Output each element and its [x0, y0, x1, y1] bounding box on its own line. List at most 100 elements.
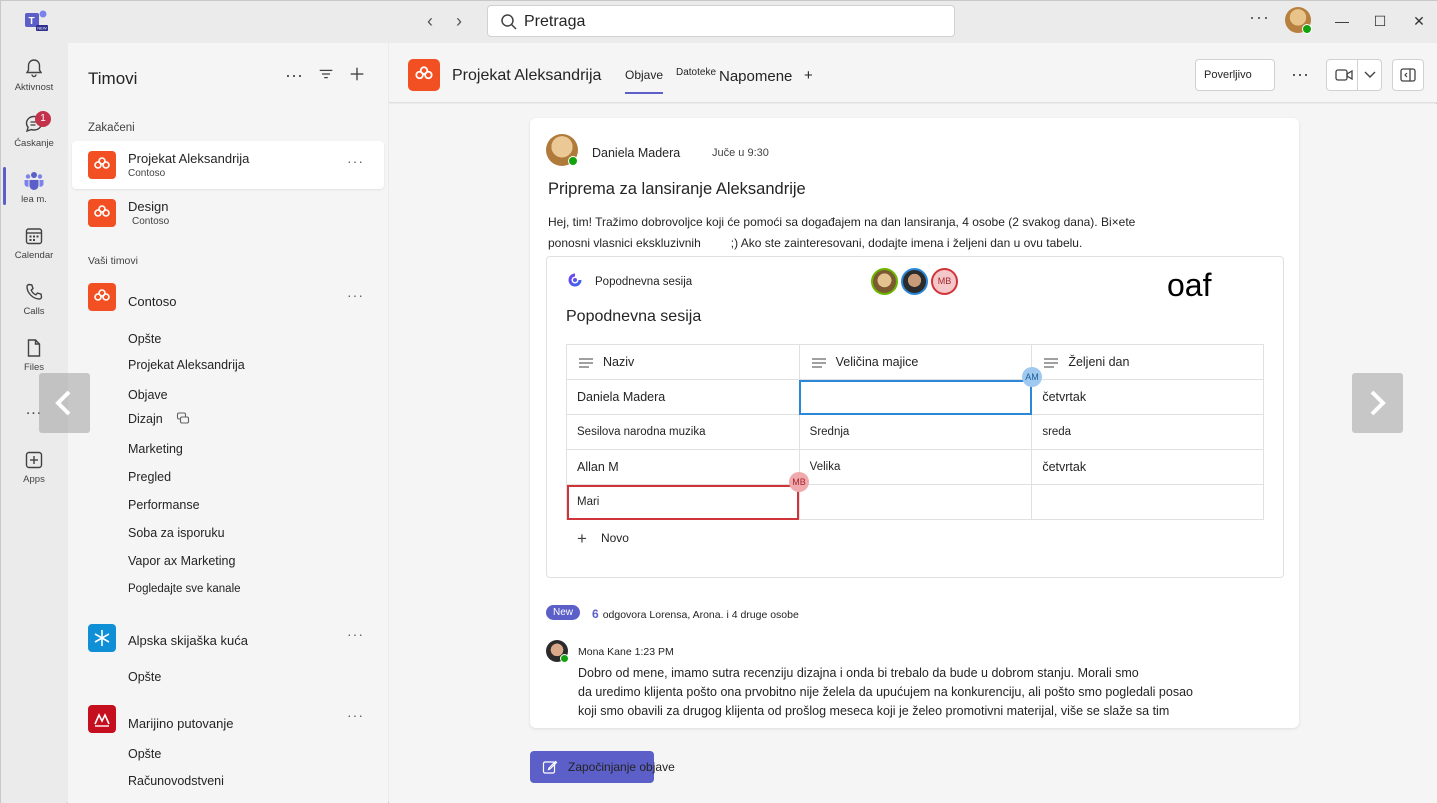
- post-author[interactable]: Daniela Madera: [592, 146, 680, 160]
- phone-icon: [26, 283, 43, 300]
- rail-apps[interactable]: Apps: [1, 449, 67, 501]
- search-input[interactable]: [524, 11, 924, 33]
- panel-title: Timovi: [88, 69, 138, 88]
- channel-item[interactable]: Objave: [128, 388, 168, 402]
- next-slide-button[interactable]: [1352, 373, 1403, 433]
- table-cell[interactable]: Velika: [798, 449, 1033, 485]
- loop-icon: [568, 273, 582, 287]
- filter-icon[interactable]: [316, 65, 336, 85]
- teams-app-icon[interactable]: T NEW: [23, 7, 49, 33]
- collaborator-avatar[interactable]: MB: [931, 268, 958, 295]
- team-more-icon[interactable]: ···: [347, 626, 364, 642]
- rail-calls[interactable]: Calls: [1, 281, 67, 333]
- video-camera-icon: [1335, 69, 1353, 81]
- table-cell[interactable]: Daniela Madera: [566, 379, 800, 415]
- loop-component: Popodnevna sesija MB oaf Popodnevna sesi…: [546, 256, 1284, 578]
- column-header[interactable]: Željeni dan: [1031, 344, 1264, 380]
- coauthor-cursor-tag: AM: [1022, 367, 1042, 387]
- confidential-label-button[interactable]: Poverljivo: [1195, 59, 1275, 91]
- tab-napomene[interactable]: Napomene: [719, 68, 792, 85]
- team-alpska[interactable]: Alpska skijaška kuća ···: [72, 616, 384, 664]
- team-marijino[interactable]: Marijino putovanje ···: [72, 697, 384, 745]
- channel-item[interactable]: Opšte: [128, 332, 161, 346]
- maximize-icon[interactable]: ☐: [1368, 9, 1392, 33]
- rail-label: Ćaskanje: [14, 138, 54, 149]
- tab-datoteke[interactable]: Datoteke: [676, 67, 716, 78]
- rail-label: Files: [23, 362, 45, 373]
- meet-button[interactable]: [1326, 59, 1382, 91]
- table-cell[interactable]: Srednja: [798, 414, 1033, 450]
- table-cell[interactable]: Mari: [566, 484, 800, 520]
- post-body-line: ponosni vlasnici ekskluzivnih ;) Ako ste…: [548, 236, 1083, 250]
- column-header[interactable]: Naziv: [566, 344, 800, 380]
- channel-header: Projekat Aleksandrija Objave Datoteke Na…: [389, 43, 1437, 103]
- back-arrow-icon[interactable]: ‹: [419, 10, 441, 32]
- column-header[interactable]: Veličina majice: [798, 344, 1033, 380]
- table-cell[interactable]: sreda: [1031, 414, 1264, 450]
- add-row-button[interactable]: + Novo: [577, 529, 629, 549]
- chevron-right-icon: [1370, 390, 1386, 416]
- channel-item[interactable]: Računovodstveni: [128, 774, 224, 788]
- shared-channel-icon: [177, 412, 190, 424]
- pinned-team-design[interactable]: Design Contoso: [72, 189, 384, 237]
- table-cell[interactable]: Allan M: [566, 449, 800, 485]
- channel-item[interactable]: Performanse: [128, 498, 200, 512]
- channel-item[interactable]: Projekat Aleksandrija: [128, 358, 245, 372]
- table-cell[interactable]: [798, 379, 1033, 415]
- channel-item[interactable]: Soba za isporuku: [128, 526, 225, 540]
- add-tab-button[interactable]: +: [804, 67, 813, 84]
- close-icon[interactable]: ✕: [1407, 9, 1431, 33]
- pinned-team-projekat[interactable]: Projekat Aleksandrija Contoso ···: [72, 141, 384, 189]
- presence-available-icon: [1302, 24, 1312, 34]
- team-more-icon[interactable]: ···: [347, 287, 364, 303]
- team-logo-icon: [88, 199, 116, 227]
- rail-teams[interactable]: lea m.: [1, 169, 67, 221]
- author-avatar[interactable]: [546, 134, 578, 166]
- more-options-icon[interactable]: ···: [1249, 8, 1269, 30]
- team-name: Alpska skijaška kuća: [128, 633, 248, 648]
- table-cell[interactable]: [798, 484, 1033, 520]
- column-label: Veličina majice: [835, 355, 919, 369]
- search-icon: [501, 14, 517, 30]
- teams-icon: [24, 172, 44, 190]
- channel-item[interactable]: Opšte: [128, 747, 161, 761]
- loop-name[interactable]: Popodnevna sesija: [595, 276, 692, 288]
- table-row: Allan M Velika četvrtak: [566, 449, 1264, 485]
- table-cell[interactable]: četvrtak: [1031, 379, 1264, 415]
- table-cell[interactable]: četvrtak: [1031, 449, 1264, 485]
- tab-objave[interactable]: Objave: [625, 68, 664, 94]
- more-options-icon[interactable]: ···: [284, 65, 304, 85]
- rail-calendar[interactable]: Calendar: [1, 225, 67, 277]
- open-panel-button[interactable]: [1392, 59, 1424, 91]
- search-box[interactable]: [487, 5, 955, 37]
- replies-summary[interactable]: 6 odgovora Lorensa, Arona. i 4 druge osob…: [592, 607, 799, 621]
- add-icon[interactable]: [347, 65, 367, 85]
- forward-arrow-icon[interactable]: ›: [448, 10, 470, 32]
- table-cell[interactable]: Sesilova narodna muzika: [566, 414, 800, 450]
- collaborator-avatar[interactable]: [871, 268, 898, 295]
- team-more-icon[interactable]: ···: [347, 153, 364, 169]
- channel-item[interactable]: Dizajn: [128, 411, 190, 426]
- team-contoso[interactable]: Contoso ···: [72, 277, 384, 325]
- chevron-down-icon[interactable]: [1364, 71, 1376, 79]
- minimize-icon[interactable]: —: [1330, 9, 1354, 33]
- rail-activity[interactable]: Aktivnost: [1, 57, 67, 109]
- channel-item[interactable]: Opšte: [128, 670, 161, 684]
- reply-author-avatar[interactable]: [546, 640, 569, 663]
- collaborator-avatar[interactable]: [901, 268, 928, 295]
- rail-chat[interactable]: 1 Ćaskanje: [1, 111, 67, 165]
- column-label: Željeni dan: [1068, 355, 1130, 369]
- more-options-icon[interactable]: ···: [1290, 64, 1310, 84]
- reply-body: Dobro od mene, imamo sutra recenziju diz…: [578, 664, 1218, 721]
- team-more-icon[interactable]: ···: [347, 707, 364, 723]
- start-post-button[interactable]: Započinjanje objave: [530, 751, 675, 783]
- channel-item[interactable]: Pregled: [128, 470, 171, 484]
- channel-item[interactable]: Marketing: [128, 442, 183, 456]
- channel-item[interactable]: Vapor ax Marketing: [128, 554, 235, 568]
- previous-slide-button[interactable]: [39, 373, 90, 433]
- see-all-channels-link[interactable]: Pogledajte sve kanale: [128, 583, 241, 595]
- rail-label: Calls: [23, 306, 45, 317]
- compose-icon: [542, 760, 558, 774]
- table-cell[interactable]: [1031, 484, 1264, 520]
- user-avatar[interactable]: [1285, 7, 1312, 34]
